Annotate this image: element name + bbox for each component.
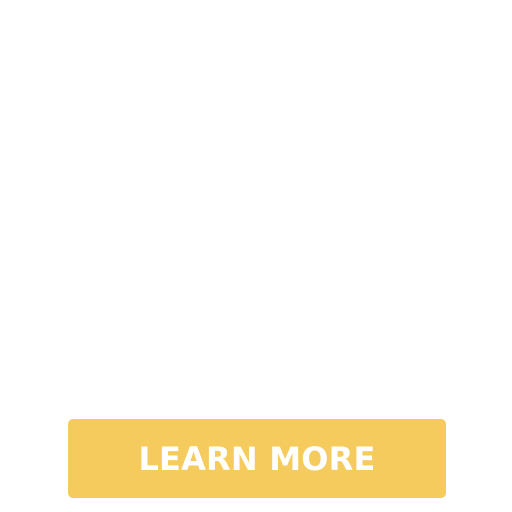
page: LEARN MORE (0, 0, 512, 512)
learn-more-label: LEARN MORE (138, 439, 376, 478)
learn-more-button[interactable]: LEARN MORE (68, 419, 446, 498)
blank-content-area (0, 0, 512, 418)
